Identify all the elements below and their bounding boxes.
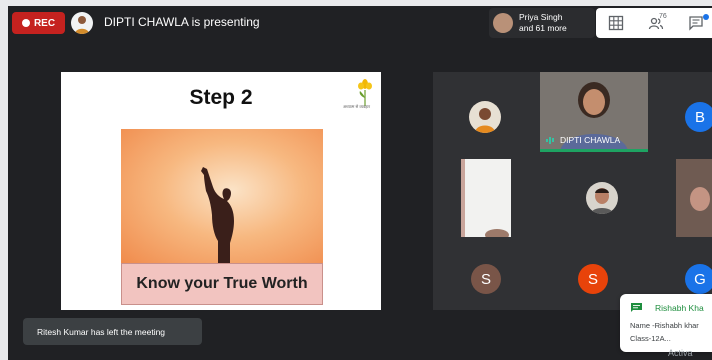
toolbar-right: 76 [596, 8, 712, 38]
participant-grid: DIPTI CHAWLA B S S G [433, 72, 712, 310]
grid-icon [608, 15, 624, 31]
slide-caption: Know your True Worth [121, 263, 323, 305]
participant-tile[interactable] [586, 182, 618, 214]
activation-watermark: Activa [668, 348, 693, 358]
participant-tile[interactable]: G [685, 264, 712, 294]
presentation-slide: Step 2 अध्यात्म से व्यवहार Know your Tru… [61, 72, 381, 310]
person-avatar-icon [475, 108, 495, 133]
chat-unread-badge [703, 14, 709, 20]
presenting-status: DIPTI CHAWLA is presenting [104, 15, 260, 29]
chat-sender: Rishabh Kha [655, 303, 704, 313]
participant-avatar [493, 13, 513, 33]
participant-avatar [586, 182, 618, 214]
participants-chip[interactable]: Priya Singh and 61 more [489, 8, 595, 38]
participant-video-frame [461, 159, 511, 237]
participant-initial-avatar: S [578, 264, 608, 294]
participant-tile[interactable]: S [578, 264, 608, 294]
record-dot-icon [21, 19, 30, 27]
chat-message-line: Class-12A... [630, 334, 671, 343]
grid-view-button[interactable] [596, 8, 636, 38]
participant-video-frame [676, 159, 712, 237]
slide-image [121, 129, 323, 265]
participant-tile[interactable]: S [471, 264, 501, 294]
audio-level-icon [546, 136, 556, 144]
people-button[interactable]: 76 [636, 8, 676, 38]
person-avatar-icon [591, 188, 613, 214]
logo-caption: अध्यात्म से व्यवहार [343, 104, 371, 109]
participant-tile[interactable] [469, 101, 501, 133]
chat-button[interactable] [676, 8, 712, 38]
recording-indicator: REC [12, 12, 65, 34]
participant-tile[interactable]: B [685, 102, 712, 132]
speaker-label: DIPTI CHAWLA [546, 135, 620, 145]
rec-label: REC [33, 17, 56, 29]
people-count: 76 [659, 13, 667, 20]
left-meeting-toast: Ritesh Kumar has left the meeting [23, 318, 202, 345]
chat-icon [689, 16, 703, 31]
participant-initial-avatar: S [471, 264, 501, 294]
participant-initial-avatar: B [685, 102, 712, 132]
meet-screen: REC DIPTI CHAWLA is presenting Priya Sin… [8, 6, 712, 360]
chat-notification-popup[interactable]: Rishabh Kha Name -Rishabh khar Class-12A… [620, 294, 712, 352]
participant-more: and 61 more [519, 23, 567, 33]
participant-video-tile[interactable] [461, 159, 511, 237]
chat-message-icon [631, 303, 642, 312]
presenter-avatar [71, 12, 93, 34]
participant-avatar [469, 101, 501, 133]
active-speaker-video[interactable]: DIPTI CHAWLA [540, 72, 648, 152]
speaker-name: DIPTI CHAWLA [560, 135, 621, 145]
raised-fist-silhouette-icon [201, 167, 234, 265]
participant-initial-avatar: G [685, 264, 712, 294]
participant-name: Priya Singh [519, 12, 563, 22]
slide-title: Step 2 [189, 86, 253, 109]
chat-message-line: Name -Rishabh khar [630, 321, 699, 330]
presenter-avatar-icon [75, 16, 89, 34]
participant-video-tile[interactable] [676, 159, 712, 237]
